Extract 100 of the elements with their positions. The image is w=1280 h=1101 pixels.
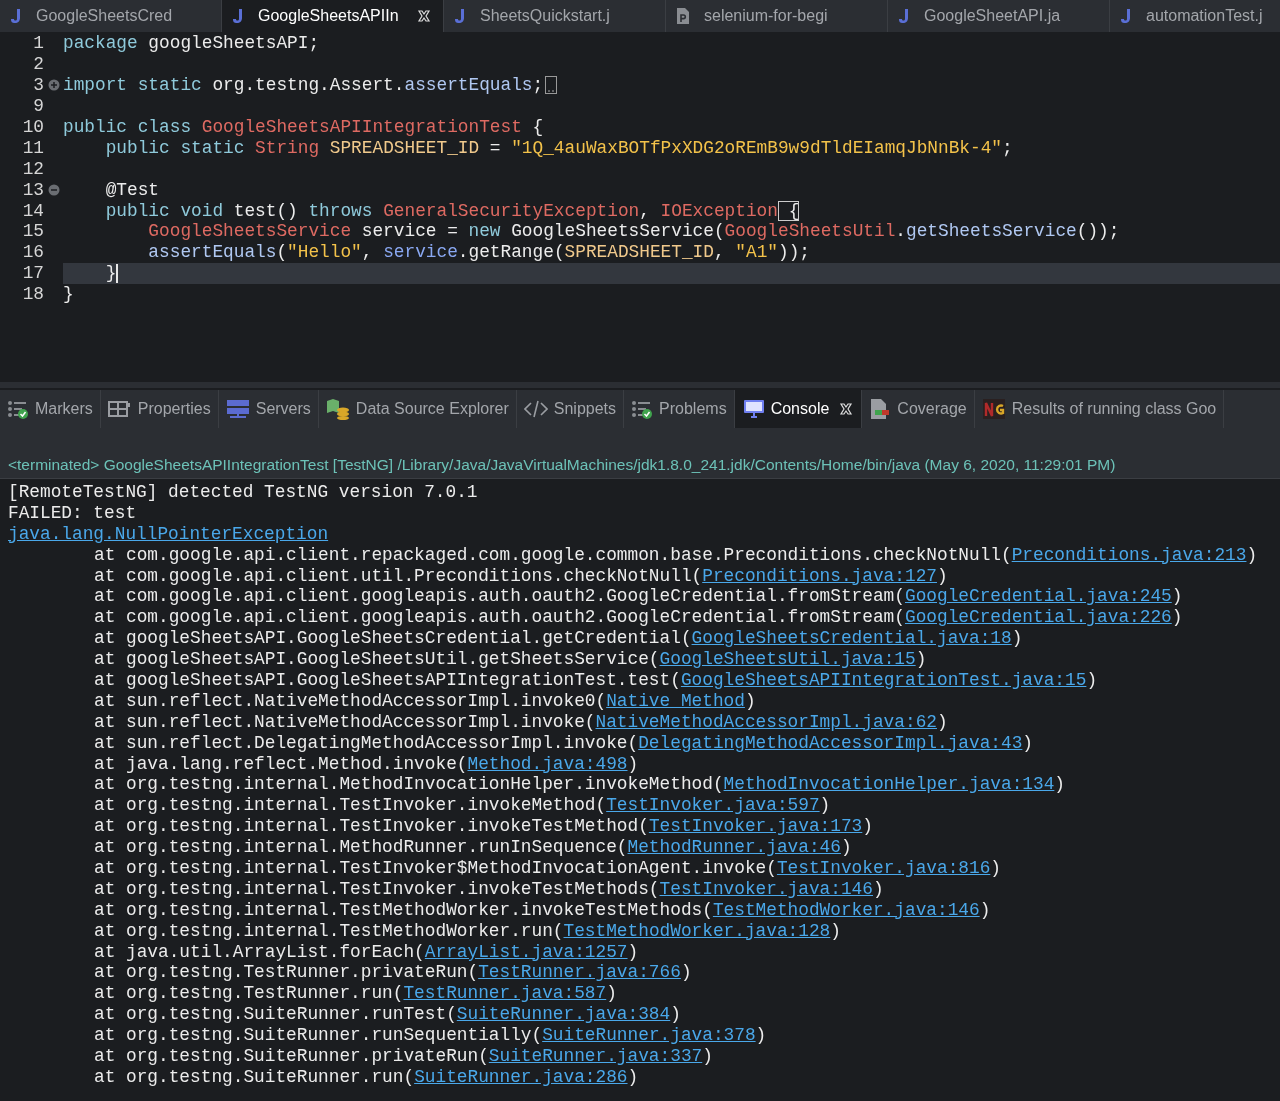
stack-frame-line: at com.google.api.client.googleapis.auth.oauth2.GoogleCredential.fromStream(GoogleCredential.java:226) — [93, 607, 1184, 629]
source-link[interactable]: GoogleSheetsAPIIntegrationTest.java:15 — [680, 670, 1087, 690]
source-link[interactable]: GoogleCredential.java:245 — [904, 586, 1172, 607]
line-number: 9 — [32, 96, 44, 117]
stack-frame-line: at googleSheetsAPI.GoogleSheetsUtil.getSheetsService(GoogleSheetsUtil.java:15) — [93, 649, 928, 670]
stack-frame-line: at org.testng.SuiteRunner.runSequentially(SuiteRunner.java:378) — [93, 1025, 768, 1047]
stack-frame-line: at sun.reflect.NativeMethodAccessorImpl.invoke0(Native Method) — [93, 690, 757, 712]
code-line: assertEquals("Hello", service.getRange(SPREADSHEET_ID, "A1")); — [147, 242, 810, 263]
editor-tab[interactable]: automationTest.j — [1110, 0, 1280, 32]
source-link[interactable]: TestInvoker.java:816 — [776, 858, 991, 879]
java-file-icon — [232, 8, 244, 24]
stack-frame-line: at java.util.ArrayList.forEach(ArrayList.java:1257) — [93, 941, 640, 963]
console-header: <terminated> GoogleSheetsAPIIntegrationTest [TestNG] /Library/Java/JavaVirtualMachines/jdk1.8.0_241.jdk/Contents/Home/bin/java (May 6, 2020, 11:29:01 PM) — [0, 456, 1280, 479]
source-link[interactable]: NativeMethodAccessorImpl.java:62 — [595, 711, 937, 732]
java-file-icon — [454, 8, 466, 24]
stack-frame-line: at org.testng.SuiteRunner.privateRun(SuiteRunner.java:337) — [93, 1046, 714, 1067]
source-link[interactable]: SuiteRunner.java:384 — [456, 1004, 671, 1025]
source-link[interactable]: GoogleSheetsCredential.java:18 — [691, 628, 1012, 649]
java-file-icon — [10, 8, 22, 24]
code-line: package googleSheetsAPI; — [63, 33, 320, 54]
close-icon[interactable] — [839, 402, 854, 416]
source-link[interactable]: TestInvoker.java:146 — [659, 878, 873, 899]
monitor-icon — [742, 399, 765, 419]
source-link[interactable]: MethodInvocationHelper.java:134 — [723, 774, 1055, 795]
source-link[interactable]: GoogleSheetsUtil.java:15 — [659, 649, 916, 670]
line-number: 17 — [21, 263, 44, 284]
line-number: 2 — [32, 54, 44, 75]
source-link[interactable]: SuiteRunner.java:286 — [414, 1066, 628, 1087]
source-link[interactable]: TestRunner.java:766 — [478, 962, 681, 983]
code-line: import static org.testng.Assert.assertEquals; — [63, 75, 544, 96]
view-tab[interactable]: Console — [734, 390, 863, 428]
code-line: public void test() throws GeneralSecurityException, IOException { — [104, 200, 800, 221]
source-link[interactable]: TestInvoker.java:597 — [606, 795, 820, 816]
stack-frame-line: at org.testng.internal.MethodRunner.runInSequence(MethodRunner.java:46) — [93, 837, 853, 859]
line-number: 12 — [21, 158, 44, 179]
stack-frame-line: at org.testng.internal.MethodInvocationHelper.invokeMethod(MethodInvocationHelper.java:134) — [93, 774, 1067, 796]
expand-fold-icon[interactable] — [47, 79, 60, 92]
checklist-icon — [7, 399, 29, 419]
java-file-icon — [1120, 8, 1132, 24]
stack-frame-line: at java.lang.reflect.Method.invoke(Method.java:498) — [93, 753, 640, 775]
stack-frame-line: at sun.reflect.DelegatingMethodAccessorImpl.invoke(DelegatingMethodAccessorImpl.java:43) — [93, 732, 1034, 754]
folded-code-icon[interactable] — [545, 76, 558, 95]
console-line: FAILED: test — [8, 502, 138, 524]
stack-frame-line: at org.testng.TestRunner.run(TestRunner.java:587) — [93, 983, 618, 1005]
close-icon[interactable] — [416, 9, 431, 23]
editor-tab[interactable]: SheetsQuickstart.j — [444, 0, 666, 32]
testng-icon — [981, 398, 1006, 420]
source-link[interactable]: Native Method — [606, 690, 745, 711]
stack-frame-line: at sun.reflect.NativeMethodAccessorImpl.invoke(NativeMethodAccessorImpl.java:62) — [93, 711, 949, 733]
source-link[interactable]: Preconditions.java:213 — [1011, 544, 1247, 565]
exception-link[interactable]: java.lang.NullPointerException — [8, 523, 329, 544]
stack-frame-line: at org.testng.SuiteRunner.run(SuiteRunner.java:286) — [93, 1066, 640, 1088]
database-icon — [325, 398, 350, 420]
console-line: [RemoteTestNG] detected TestNG version 7.0.1 — [8, 482, 479, 503]
code-line: } — [104, 263, 117, 284]
line-number: 13 — [21, 179, 44, 200]
line-number: 18 — [21, 284, 44, 305]
stack-frame-line: at org.testng.internal.TestInvoker$MethodInvocationAgent.invoke(TestInvoker.java:816) — [93, 858, 1002, 879]
text-cursor — [116, 263, 119, 283]
stack-frame-line: at com.google.api.client.repackaged.com.google.common.base.Preconditions.checkNotNull(Preconditions.java:213) — [93, 544, 1259, 566]
source-link[interactable]: TestInvoker.java:173 — [648, 816, 863, 837]
table-icon — [107, 400, 132, 418]
line-number: 11 — [21, 137, 44, 158]
code-icon — [523, 400, 548, 418]
source-link[interactable]: GoogleCredential.java:226 — [904, 607, 1172, 628]
collapse-fold-icon[interactable] — [47, 183, 60, 196]
source-link[interactable]: Method.java:498 — [467, 753, 628, 774]
source-link[interactable]: TestRunner.java:587 — [403, 983, 607, 1004]
editor-tab[interactable]: GoogleSheetsAPIIn — [222, 0, 444, 32]
editor-tab[interactable]: GoogleSheetAPI.ja — [888, 0, 1110, 32]
code-line: @Test — [104, 179, 160, 200]
code-line: public class GoogleSheetsAPIIntegrationTest { — [63, 117, 544, 137]
line-number: 16 — [21, 242, 44, 263]
coverage-icon — [869, 398, 892, 420]
stack-frame-line: at org.testng.internal.TestMethodWorker.invokeTestMethods(TestMethodWorker.java:146) — [93, 899, 992, 921]
stack-frame-line: at googleSheetsAPI.GoogleSheetsCredential.getCredential(GoogleSheetsCredential.java:18) — [93, 628, 1024, 650]
line-number: 15 — [21, 221, 44, 242]
source-link[interactable]: SuiteRunner.java:378 — [542, 1025, 756, 1046]
code-line: } — [63, 284, 74, 305]
stack-frame-line: at googleSheetsAPI.GoogleSheetsAPIIntegrationTest.test(GoogleSheetsAPIIntegrationTest.java:15) — [93, 670, 1099, 691]
line-number: 1 — [32, 33, 44, 54]
source-link[interactable]: SuiteRunner.java:337 — [488, 1046, 703, 1067]
code-line: public static String SPREADSHEET_ID = "1Q_4auWaxBOTfPxXDG2oREmB9w9dTldEIamqJbNnBk-4"; — [104, 137, 1013, 158]
source-link[interactable]: Preconditions.java:127 — [702, 565, 937, 586]
line-number: 10 — [21, 117, 44, 137]
stack-frame-line: at org.testng.internal.TestInvoker.invokeTestMethods(TestInvoker.java:146) — [93, 878, 885, 900]
source-link[interactable]: TestMethodWorker.java:128 — [563, 920, 831, 941]
line-number: 3 — [32, 75, 44, 96]
source-link[interactable]: MethodRunner.java:46 — [627, 837, 841, 858]
source-link[interactable]: DelegatingMethodAccessorImpl.java:43 — [638, 732, 1023, 753]
line-number: 14 — [21, 200, 44, 221]
java-file-icon — [898, 8, 910, 24]
editor-tab[interactable]: selenium-for-begi — [666, 0, 888, 32]
source-link[interactable]: TestMethodWorker.java:146 — [712, 899, 980, 920]
source-link[interactable]: ArrayList.java:1257 — [424, 941, 628, 962]
server-icon — [225, 399, 250, 419]
stack-frame-line: at org.testng.internal.TestInvoker.invokeMethod(TestInvoker.java:597) — [93, 795, 832, 817]
checklist-icon — [631, 399, 654, 419]
stack-frame-line: at com.google.api.client.util.Preconditions.checkNotNull(Preconditions.java:127) — [93, 565, 949, 587]
stack-frame-line: at org.testng.SuiteRunner.runTest(SuiteRunner.java:384) — [93, 1004, 682, 1026]
